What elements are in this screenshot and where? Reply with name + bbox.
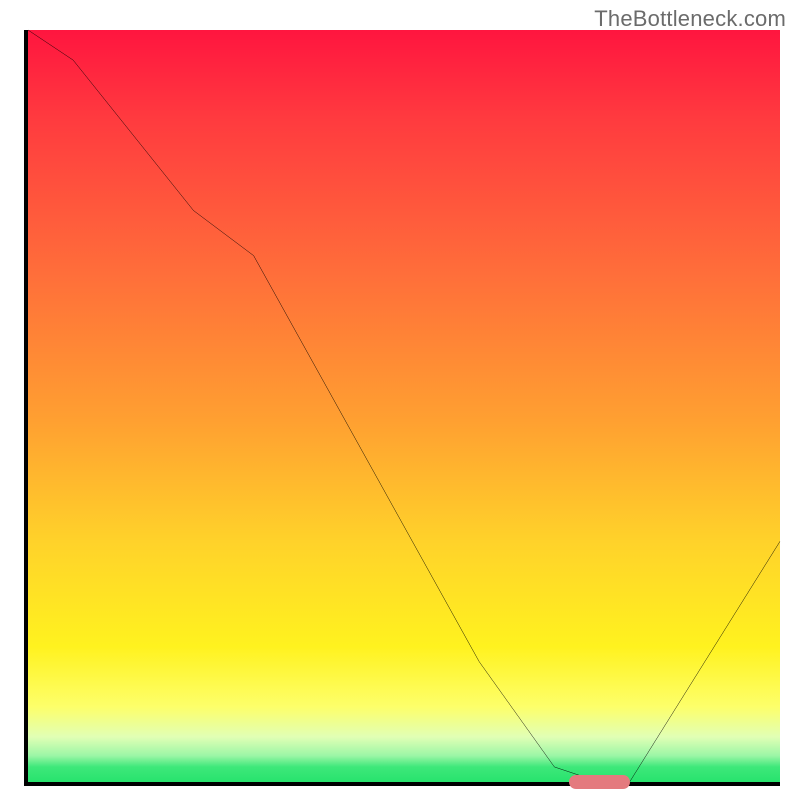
watermark-text: TheBottleneck.com [594,6,786,32]
plot-area [24,30,780,786]
sweet-spot-marker [569,775,629,789]
chart-canvas: TheBottleneck.com [0,0,800,800]
bottleneck-curve [28,30,780,782]
